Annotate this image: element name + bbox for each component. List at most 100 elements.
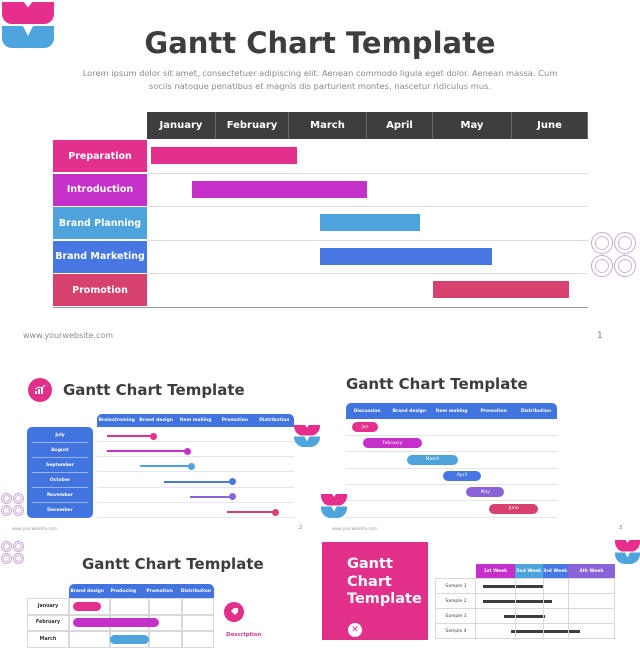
timeline-end-dot — [183, 447, 191, 455]
row-divider — [147, 172, 588, 174]
gantt-pill[interactable]: June — [489, 503, 538, 514]
week-header-cell: 4th Week — [567, 564, 615, 579]
phase-label: Discussion — [353, 408, 381, 414]
column-divider — [514, 579, 516, 640]
row-divider — [346, 500, 557, 502]
column-divider — [542, 579, 544, 640]
footer-url[interactable]: www.yourwebsite.com — [23, 331, 113, 340]
gantt-pill[interactable] — [73, 618, 159, 627]
phase-label: Item making — [179, 418, 212, 423]
footer-url[interactable]: www.yourwebsite.com — [12, 526, 57, 531]
phase-label: Brand design — [70, 588, 104, 594]
month-label: December — [47, 508, 73, 513]
sample-label: Sample 4 — [445, 629, 467, 634]
timeline-bar[interactable] — [227, 508, 280, 516]
row-divider — [346, 483, 557, 485]
gantt-bar[interactable] — [320, 214, 420, 231]
timeline-end-dot — [228, 493, 236, 501]
month-label: November — [32, 488, 88, 503]
sample-label: Sample 1 — [445, 584, 467, 589]
week-header-cell: 2nd Week — [514, 564, 543, 579]
phase-header: Discussion Brand design Item making Promoti… — [346, 403, 557, 419]
grid-cell — [148, 598, 183, 615]
sample-label: Sample 2 — [445, 599, 467, 604]
description-label: Description — [226, 632, 262, 638]
month-header-january: January — [147, 112, 216, 139]
row-divider — [97, 486, 294, 488]
task-bar[interactable] — [510, 630, 581, 633]
brand-logo-icon — [321, 494, 347, 518]
task-bar[interactable] — [482, 585, 543, 588]
timeline-bar[interactable] — [189, 493, 236, 501]
row-divider — [97, 456, 294, 458]
gantt-pill[interactable]: Jan — [352, 422, 378, 432]
slide3-title: Gantt Chart Template — [346, 375, 528, 393]
phase-label: Producing — [110, 588, 137, 594]
timeline-bar[interactable] — [106, 432, 158, 440]
decorative-rings-icon — [1, 493, 24, 516]
gantt-pill[interactable] — [109, 634, 149, 644]
phase-label: Promotion — [480, 408, 507, 414]
timeline-end-dot — [228, 478, 236, 486]
row-divider — [97, 517, 294, 518]
footer-url[interactable]: www.yourwebsite.com — [332, 526, 377, 531]
page-number: 3 — [619, 525, 623, 531]
gantt-pill[interactable]: March — [407, 454, 458, 465]
gantt-pill[interactable] — [73, 601, 101, 611]
phase-label: Distribution — [520, 408, 552, 414]
slide1-subtitle: Lorem ipsum dolor sit amet, consectetuer… — [82, 68, 558, 91]
week-header-cell: 1st Week — [476, 564, 515, 579]
timeline-bar[interactable] — [106, 447, 191, 455]
task-label-promotion: Promotion — [53, 274, 147, 306]
gantt-bar[interactable] — [433, 281, 569, 298]
phase-label: Brand design — [392, 408, 427, 414]
phase-label: Promotion — [221, 418, 249, 423]
row-divider — [346, 435, 557, 436]
column-divider — [475, 579, 476, 640]
grid-cell — [182, 631, 214, 648]
month-header-april: April — [367, 112, 433, 139]
task-bar[interactable] — [503, 615, 546, 618]
task-label-preparation: Preparation — [53, 140, 147, 172]
timeline-bar[interactable] — [140, 462, 195, 470]
row-divider — [346, 467, 557, 469]
gantt-pill[interactable]: February — [362, 438, 422, 449]
gantt-bar[interactable] — [151, 147, 297, 164]
timeline-bar[interactable] — [163, 478, 236, 486]
grid-cell — [148, 631, 183, 648]
slide4-title: Gantt Chart Template — [82, 555, 264, 573]
row-divider — [147, 239, 588, 241]
phase-label: Brand design — [139, 418, 173, 423]
gantt-bar[interactable] — [191, 180, 367, 198]
row-divider — [97, 471, 294, 473]
gantt-pill[interactable]: April — [443, 470, 482, 481]
slide1-title: Gantt Chart Template — [144, 26, 496, 60]
phase-header: Brainstroming Brand design Item making Prom… — [97, 414, 294, 427]
task-label-brand-marketing: Brand Marketing — [53, 240, 147, 273]
gantt-bar[interactable] — [320, 247, 493, 265]
timeline-end-dot — [187, 462, 195, 470]
row-divider — [346, 451, 557, 453]
phase-label: Distribution — [259, 418, 290, 423]
phase-label: Brainstroming — [98, 418, 135, 423]
row-divider — [147, 273, 588, 274]
month-column: July August September October November Decemb… — [27, 427, 93, 518]
phase-header: Brand design Producing Promotion Distributi… — [69, 584, 214, 598]
month-header-june: June — [512, 112, 588, 139]
phase-label: Distribution — [180, 588, 212, 594]
month-label: March — [39, 636, 57, 642]
chart-growth-icon — [28, 378, 52, 402]
month-header-march: March — [289, 112, 367, 139]
grid-cell — [109, 598, 149, 615]
row-divider — [346, 516, 557, 518]
grid-cell — [69, 631, 110, 648]
row-divider — [97, 501, 294, 503]
month-label: October — [32, 473, 88, 488]
gantt-pill[interactable]: May — [466, 487, 505, 498]
grid-cell — [182, 598, 214, 615]
row-divider — [97, 441, 294, 442]
task-label-introduction: Introduction — [53, 173, 147, 206]
page-number: 2 — [299, 525, 303, 531]
grid-cell — [182, 614, 214, 631]
timeline-end-dot — [150, 432, 158, 440]
